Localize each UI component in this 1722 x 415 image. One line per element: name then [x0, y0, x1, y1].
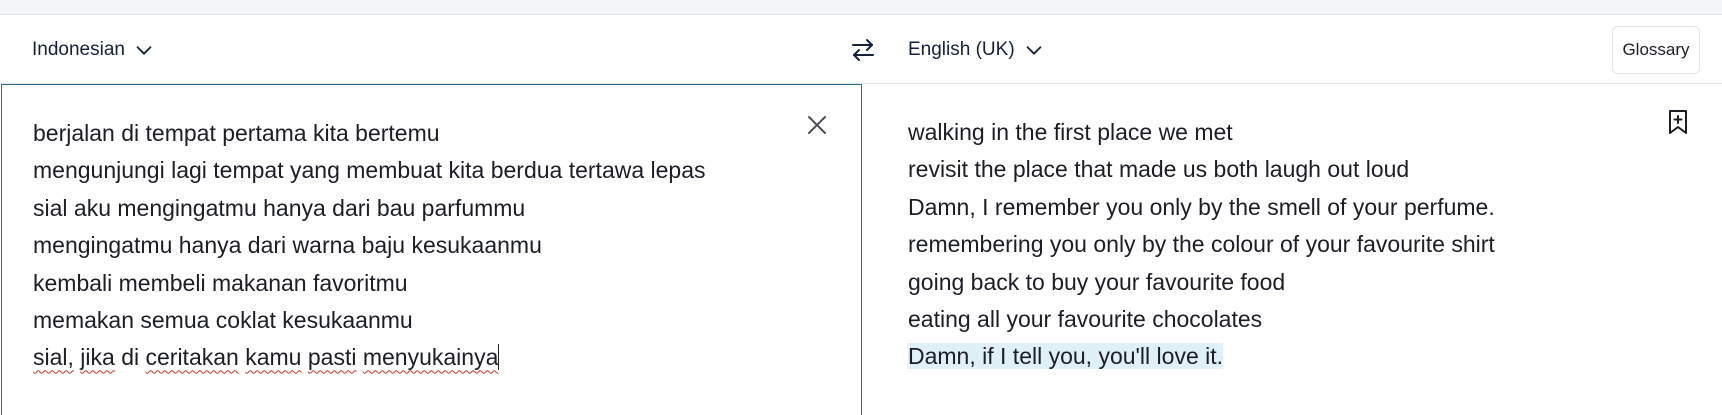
translated-line[interactable]: walking in the first place we met [908, 114, 1495, 151]
text-caret [498, 344, 500, 371]
misspelled-word[interactable]: kamu [245, 344, 301, 370]
bookmark-add-icon [1669, 110, 1687, 134]
chevron-down-icon [1026, 46, 1041, 55]
source-line: kembali membeli makanan favoritmu [33, 269, 408, 296]
translation-output: walking in the first place we met revisi… [862, 84, 1722, 415]
translated-line[interactable]: revisit the place that made us both laug… [908, 151, 1495, 188]
highlighted-sentence[interactable]: Damn, if I tell you, you'll love it. [908, 343, 1224, 370]
close-icon [808, 116, 826, 134]
source-line: mengingatmu hanya dari warna baju kesuka… [33, 232, 542, 259]
language-bar: Indonesian English (UK) Glossary [0, 15, 1722, 84]
source-language-select[interactable]: Indonesian [32, 35, 155, 65]
source-line: sial aku mengingatmu hanya dari bau parf… [33, 194, 526, 221]
source-line: mengunjungi lagi tempat yang membuat kit… [33, 157, 706, 184]
misspelled-word[interactable]: jika [80, 344, 115, 370]
source-text[interactable]: berjalan di tempat pertama kita bertemu … [33, 115, 706, 377]
save-translation-button[interactable] [1664, 108, 1692, 136]
source-text-area[interactable]: berjalan di tempat pertama kita bertemu … [1, 84, 862, 415]
clear-text-button[interactable] [804, 112, 830, 138]
misspelled-word[interactable]: ceritakan [146, 344, 239, 370]
translated-text: walking in the first place we met revisi… [908, 114, 1495, 376]
misspelled-word[interactable]: pasti [308, 344, 357, 370]
translated-line[interactable]: remembering you only by the colour of yo… [908, 226, 1495, 263]
translated-line[interactable]: eating all your favourite chocolates [908, 301, 1495, 338]
misspelled-word[interactable]: sial, [33, 344, 74, 370]
word: di [121, 344, 140, 371]
glossary-button[interactable]: Glossary [1612, 26, 1700, 74]
target-language-select[interactable]: English (UK) [908, 35, 1045, 65]
source-language-label: Indonesian [32, 39, 125, 60]
chevron-down-icon [136, 46, 152, 55]
translated-line[interactable]: going back to buy your favourite food [908, 264, 1495, 301]
swap-arrows-icon [852, 39, 874, 61]
glossary-label: Glossary [1622, 40, 1690, 59]
translated-line-highlighted[interactable]: Damn, if I tell you, you'll love it. [908, 338, 1495, 375]
translator-app: Indonesian English (UK) Glossary berjala… [0, 14, 1722, 415]
target-language-label: English (UK) [908, 39, 1015, 60]
source-line-last: sial, jika di ceritakan kamu pasti menyu… [33, 339, 706, 376]
source-line: memakan semua coklat kesukaanmu [33, 307, 413, 334]
misspelled-word[interactable]: menyukainya [363, 344, 499, 370]
source-line: berjalan di tempat pertama kita bertemu [33, 120, 440, 146]
translated-line[interactable]: Damn, I remember you only by the smell o… [908, 189, 1495, 226]
swap-languages-button[interactable] [848, 35, 878, 65]
